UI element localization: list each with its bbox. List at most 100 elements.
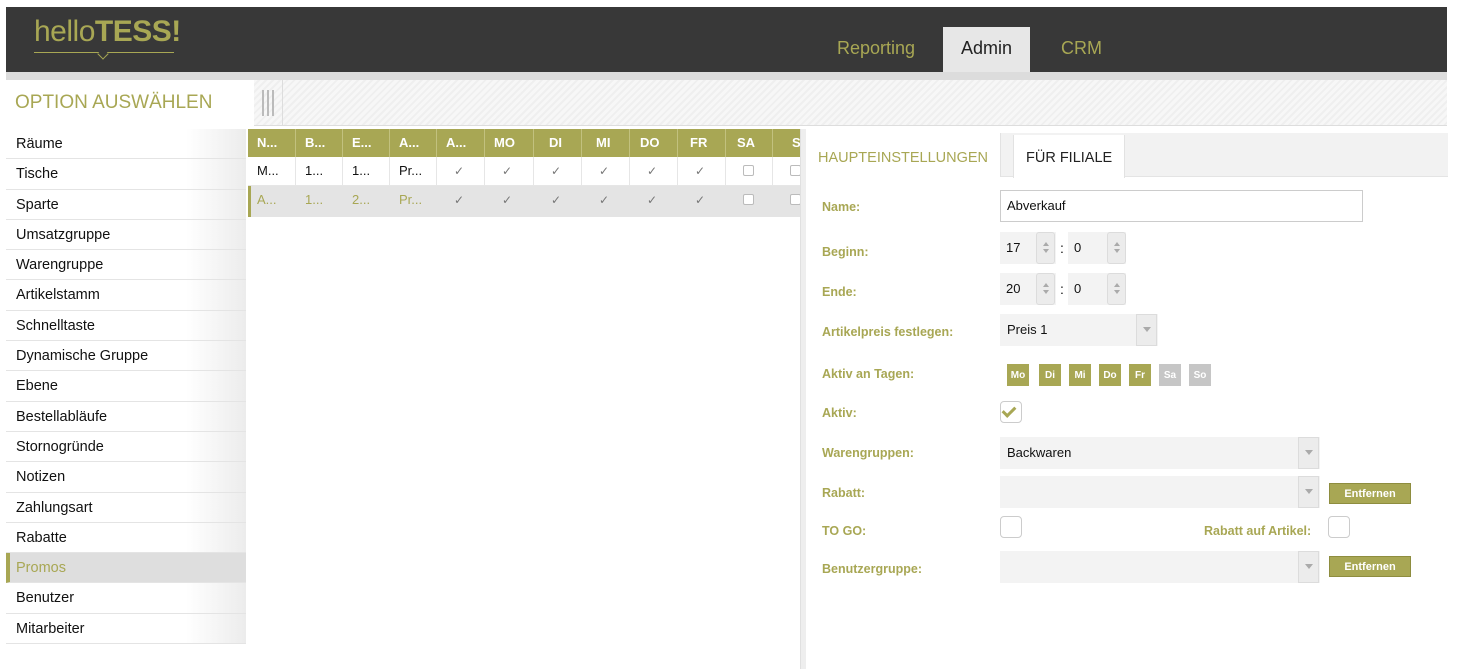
column-header[interactable]: B... [296, 129, 343, 157]
drag-handle-icon[interactable] [262, 90, 274, 116]
chevron-down-icon[interactable] [1298, 551, 1319, 583]
check-icon: ✓ [599, 193, 610, 207]
sidebar-item-notizen[interactable]: Notizen [6, 462, 246, 493]
empty-checkbox-icon [743, 193, 754, 205]
chevron-down-icon[interactable] [1298, 476, 1319, 508]
check-icon: ✓ [599, 164, 610, 178]
end-minute-input[interactable]: 0 [1068, 273, 1126, 305]
day-toggle-di[interactable]: Di [1038, 363, 1062, 387]
active-checkbox[interactable] [1000, 401, 1022, 423]
column-header[interactable]: A... [390, 129, 437, 157]
sidebar-item-artikelstamm[interactable]: Artikelstamm [6, 280, 246, 311]
sidebar-item-umsatzgruppe[interactable]: Umsatzgruppe [6, 219, 246, 251]
begin-minute-input[interactable]: 0 [1068, 232, 1126, 264]
days-label: Aktiv an Tagen: [822, 367, 915, 381]
time-separator: : [1060, 281, 1064, 297]
price-select[interactable]: Preis 1 [1000, 314, 1158, 346]
checkmark-icon [1001, 403, 1017, 418]
user-group-select[interactable] [1000, 551, 1320, 583]
option-bar: OPTION AUSWÄHLEN [6, 80, 1447, 126]
checkbox-cell: ✓ [534, 186, 582, 217]
day-toggle-mi[interactable]: Mi [1068, 363, 1092, 387]
sidebar-item-warengruppe[interactable]: Warengruppe [6, 250, 246, 281]
checkbox-cell: ✓ [630, 157, 678, 185]
to-go-checkbox[interactable] [1000, 516, 1022, 538]
table-cell: M... [248, 157, 296, 185]
discount-on-article-checkbox[interactable] [1328, 516, 1350, 538]
sidebar-item-ebene[interactable]: Ebene [6, 371, 246, 402]
sidebar-item-zahlungsart[interactable]: Zahlungsart [6, 492, 246, 523]
spinner-icon[interactable] [1107, 232, 1126, 264]
sidebar-item-dynamische-gruppe[interactable]: Dynamische Gruppe [6, 341, 246, 372]
nav-tab-admin[interactable]: Admin [943, 27, 1031, 72]
sidebar-item-raeume[interactable]: Räume [6, 129, 246, 160]
sidebar-item-bestellablaeufe[interactable]: Bestellabläufe [6, 401, 246, 432]
checkbox-cell: ✓ [630, 186, 678, 217]
remove-discount-button[interactable]: Entfernen [1329, 483, 1411, 504]
column-header-sa[interactable]: SA [726, 129, 773, 157]
sidebar-item-sparte[interactable]: Sparte [6, 189, 246, 220]
begin-hour-input[interactable]: 17 [1000, 232, 1056, 264]
option-select-title: OPTION AUSWÄHLEN [6, 80, 254, 126]
app-logo[interactable]: helloTESS! [34, 15, 181, 49]
column-header[interactable]: N... [248, 129, 296, 157]
check-icon: ✓ [454, 193, 465, 207]
table-row[interactable]: M... 1... 1... Pr... ✓ ✓ ✓ ✓ ✓ ✓ [248, 157, 800, 186]
checkbox-cell [773, 157, 800, 185]
grid-header-row: N... B... E... A... A... MO DI MI DO FR … [248, 129, 800, 157]
sidebar-menu: Räume Tische Sparte Umsatzgruppe Warengr… [6, 129, 246, 645]
checkbox-cell: ✓ [485, 157, 534, 185]
begin-label: Beginn: [822, 245, 869, 259]
spinner-icon[interactable] [1107, 273, 1126, 305]
table-row-selected[interactable]: A... 1... 2... Pr... ✓ ✓ ✓ ✓ ✓ ✓ [248, 186, 800, 217]
sidebar-item-mitarbeiter[interactable]: Mitarbeiter [6, 613, 246, 645]
sidebar-item-tische[interactable]: Tische [6, 159, 246, 190]
time-separator: : [1060, 240, 1064, 256]
checkbox-cell: ✓ [437, 186, 485, 217]
sidebar-item-schnelltaste[interactable]: Schnelltaste [6, 310, 246, 342]
column-header-do[interactable]: DO [630, 129, 678, 157]
product-groups-select[interactable]: Backwaren [1000, 437, 1320, 469]
day-toggle-mo[interactable]: Mo [1006, 363, 1030, 387]
begin-hour-value: 17 [1006, 240, 1021, 255]
column-header[interactable]: A... [437, 129, 485, 157]
column-header-mi[interactable]: MI [582, 129, 630, 157]
day-toggle-fr[interactable]: Fr [1128, 363, 1152, 387]
check-icon: ✓ [695, 193, 706, 207]
sidebar-item-benutzer[interactable]: Benutzer [6, 583, 246, 614]
column-header-mo[interactable]: MO [485, 129, 534, 157]
nav-tab-crm[interactable]: CRM [1043, 27, 1120, 72]
spinner-icon[interactable] [1036, 273, 1055, 305]
checkbox-cell [773, 186, 800, 217]
remove-user-group-button[interactable]: Entfernen [1329, 556, 1411, 577]
column-header[interactable]: E... [343, 129, 390, 157]
spinner-icon[interactable] [1036, 232, 1055, 264]
tab-haupteinstellungen[interactable]: HAUPTEINSTELLUNGEN [806, 133, 1002, 177]
nav-tab-reporting[interactable]: Reporting [819, 27, 933, 72]
table-cell: Pr... [399, 192, 423, 207]
end-label: Ende: [822, 285, 857, 299]
name-label: Name: [822, 200, 861, 214]
day-toggle-so[interactable]: So [1188, 363, 1212, 387]
sidebar-item-rabatte[interactable]: Rabatte [6, 522, 246, 554]
chevron-down-icon[interactable] [1136, 314, 1157, 346]
column-header-so[interactable]: S [773, 129, 800, 157]
sidebar-item-promos[interactable]: Promos [6, 553, 246, 584]
name-input[interactable]: Abverkauf [1000, 190, 1363, 222]
day-toggle-sa[interactable]: Sa [1158, 363, 1182, 387]
column-header-fr[interactable]: FR [678, 129, 726, 157]
column-header-di[interactable]: DI [534, 129, 582, 157]
check-icon: ✓ [695, 164, 706, 178]
empty-checkbox-icon [743, 164, 754, 176]
product-groups-label: Warengruppen: [822, 446, 914, 460]
sidebar-item-stornogruende[interactable]: Stornogründe [6, 431, 246, 463]
day-toggle-do[interactable]: Do [1098, 363, 1122, 387]
chevron-down-icon[interactable] [1298, 437, 1319, 469]
check-icon: ✓ [551, 164, 562, 178]
table-cell: A... [257, 192, 277, 207]
end-hour-input[interactable]: 20 [1000, 273, 1056, 305]
discount-select[interactable] [1000, 476, 1320, 508]
empty-checkbox-icon [790, 193, 800, 205]
tab-fuer-filiale[interactable]: FÜR FILIALE [1013, 135, 1126, 178]
price-select-value: Preis 1 [1007, 322, 1048, 337]
